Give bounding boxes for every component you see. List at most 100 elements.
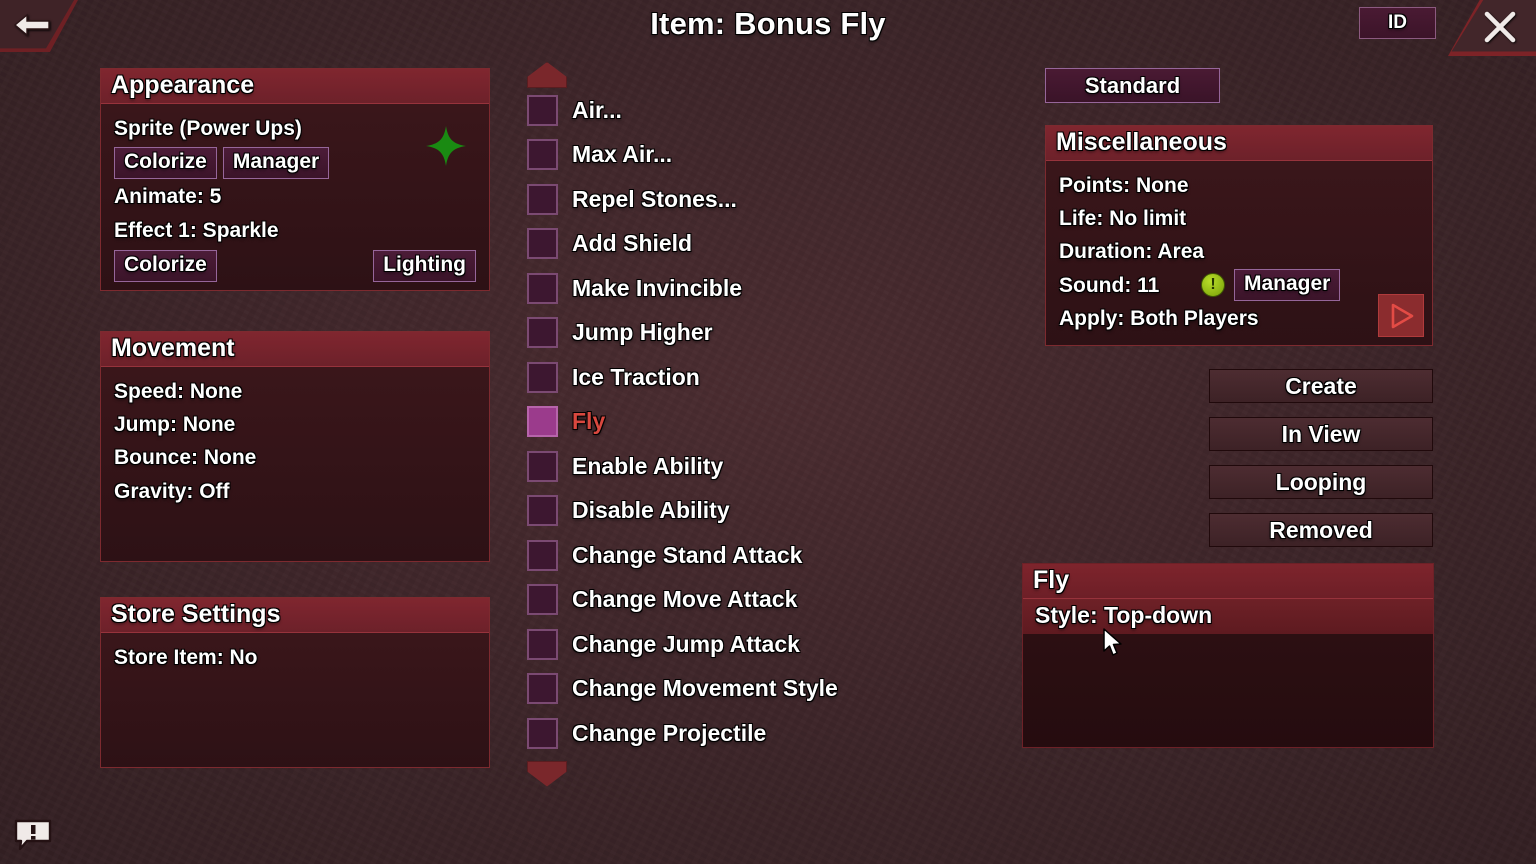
effect-colorize-button[interactable]: Colorize — [114, 249, 217, 283]
checklist-row[interactable]: Max Air... — [520, 133, 920, 178]
checkbox-unchecked[interactable] — [527, 717, 558, 749]
checkbox-unchecked[interactable] — [527, 495, 558, 527]
create-button[interactable]: Create — [1209, 369, 1433, 403]
appearance-panel-title: Appearance — [101, 69, 489, 104]
fly-panel-body: Style: Top-down — [1023, 599, 1433, 747]
page-title: Item: Bonus Fly — [650, 6, 886, 41]
checklist-item-label: Change Stand Attack — [572, 541, 803, 568]
store-settings-panel: Store Settings Store Item: No — [100, 597, 490, 768]
close-x-icon — [1484, 11, 1516, 43]
sound-manager-button[interactable]: Manager — [1234, 268, 1341, 302]
checkbox-unchecked[interactable] — [527, 539, 558, 571]
checklist-row[interactable]: Change Projectile — [520, 711, 920, 756]
checklist-item-label: Change Movement Style — [572, 675, 838, 702]
movement-panel-title: Movement — [101, 332, 489, 367]
looping-button[interactable]: Looping — [1209, 465, 1433, 499]
checkbox-unchecked[interactable] — [527, 628, 558, 660]
play-triangle-icon — [1391, 303, 1414, 328]
movement-speed-row: Speed: None — [114, 380, 243, 403]
miscellaneous-panel-body: Points: None Life: No limit Duration: Ar… — [1046, 161, 1432, 345]
movement-jump-row: Jump: None — [114, 413, 236, 437]
life-row: Life: No limit — [1059, 207, 1187, 231]
speech-bubble-alert-icon — [14, 819, 52, 851]
checklist-row[interactable]: Ice Traction — [520, 355, 920, 400]
checklist-row[interactable]: Make Invincible — [520, 266, 920, 311]
fly-style-row[interactable]: Style: Top-down — [1023, 599, 1433, 634]
points-row: Points: None — [1059, 174, 1189, 197]
checklist-items: Air... Max Air... Repel Stones... Add Shiel… — [520, 88, 920, 756]
movement-bounce-row: Bounce: None — [114, 446, 257, 470]
exclamation-circle-icon: ! — [1201, 273, 1225, 298]
checklist-item-label: Max Air... — [572, 141, 673, 168]
checklist-row[interactable]: Change Move Attack — [520, 578, 920, 623]
checklist-item-label: Change Move Attack — [572, 586, 798, 613]
removed-button[interactable]: Removed — [1209, 513, 1433, 547]
notifications-button[interactable] — [13, 818, 53, 852]
checkbox-unchecked[interactable] — [527, 317, 558, 349]
checklist-row[interactable]: Air... — [520, 88, 920, 133]
fly-settings-panel: Fly Style: Top-down — [1022, 563, 1434, 748]
checklist-item-label: Air... — [572, 96, 622, 123]
fly-panel-title: Fly — [1023, 564, 1433, 599]
back-button[interactable] — [10, 8, 56, 42]
checklist-scroll-down-button[interactable] — [527, 760, 567, 787]
checklist-row[interactable]: Change Jump Attack — [520, 622, 920, 667]
checkbox-unchecked[interactable] — [527, 450, 558, 482]
miscellaneous-panel-title: Miscellaneous — [1046, 126, 1432, 161]
checklist-row[interactable]: Add Shield — [520, 222, 920, 267]
checklist-item-label: Ice Traction — [572, 363, 700, 390]
checkbox-unchecked[interactable] — [527, 139, 558, 171]
store-settings-panel-title: Store Settings — [101, 598, 489, 633]
sound-label: Sound: 11 — [1059, 273, 1160, 297]
checkbox-unchecked[interactable] — [527, 228, 558, 260]
effect-value: Effect 1: Sparkle — [114, 218, 279, 242]
checklist-item-label: Jump Higher — [572, 319, 713, 346]
back-arrow-icon — [13, 13, 50, 37]
checklist-row[interactable]: Disable Ability — [520, 489, 920, 534]
apply-row: Apply: Both Players — [1059, 306, 1259, 330]
sparkle-preview — [425, 125, 467, 172]
movement-panel-body: Speed: None Jump: None Bounce: None Grav… — [101, 367, 489, 561]
sparkle-star-icon — [426, 126, 466, 166]
checklist-item-label: Change Jump Attack — [572, 630, 800, 657]
movement-panel: Movement Speed: None Jump: None Bounce: … — [100, 331, 490, 562]
checklist-item-label: Fly — [572, 408, 606, 435]
checkbox-unchecked[interactable] — [527, 272, 558, 304]
checkbox-unchecked[interactable] — [527, 94, 558, 126]
sprite-manager-button[interactable]: Manager — [222, 147, 330, 180]
close-button[interactable] — [1472, 4, 1528, 50]
checklist-item-label: Enable Ability — [572, 452, 724, 479]
store-settings-panel-body: Store Item: No — [101, 633, 489, 767]
checkbox-unchecked[interactable] — [527, 183, 558, 215]
sound-play-button[interactable] — [1378, 294, 1424, 337]
checklist-scroll-up-button[interactable] — [527, 62, 567, 88]
checkbox-unchecked[interactable] — [527, 361, 558, 393]
checklist-row[interactable]: Jump Higher — [520, 311, 920, 356]
id-button[interactable]: ID — [1359, 7, 1436, 39]
checkbox-checked[interactable] — [527, 406, 558, 438]
checkbox-unchecked[interactable] — [527, 584, 558, 616]
in-view-button[interactable]: In View — [1209, 417, 1433, 451]
standard-button[interactable]: Standard — [1045, 68, 1220, 103]
checklist-row[interactable]: Change Movement Style — [520, 667, 920, 712]
checklist-item-label: Add Shield — [572, 230, 693, 257]
sound-row: Sound: 11 ! Manager — [1059, 268, 1419, 302]
checklist-row[interactable]: Enable Ability — [520, 444, 920, 489]
checklist-row[interactable]: Fly — [520, 400, 920, 445]
duration-row: Duration: Area — [1059, 240, 1205, 264]
miscellaneous-panel: Miscellaneous Points: None Life: No limi… — [1045, 125, 1433, 346]
checklist-row[interactable]: Change Stand Attack — [520, 533, 920, 578]
checklist-item-label: Change Projectile — [572, 719, 767, 746]
checklist-row[interactable]: Repel Stones... — [520, 177, 920, 222]
store-item-row: Store Item: No — [114, 646, 258, 669]
sprite-label: Sprite (Power Ups) — [114, 117, 302, 140]
appearance-panel: Appearance Sprite (Power Ups) Colorize M… — [100, 68, 490, 292]
checklist-item-label: Disable Ability — [572, 497, 730, 524]
lighting-button[interactable]: Lighting — [373, 249, 476, 283]
checklist-item-label: Repel Stones... — [572, 185, 737, 212]
animate-value: Animate: 5 — [114, 185, 222, 209]
movement-gravity-row: Gravity: Off — [114, 479, 230, 503]
ability-checklist: Air... Max Air... Repel Stones... Add Shiel… — [520, 62, 920, 787]
sprite-colorize-button[interactable]: Colorize — [114, 147, 217, 180]
checkbox-unchecked[interactable] — [527, 673, 558, 705]
